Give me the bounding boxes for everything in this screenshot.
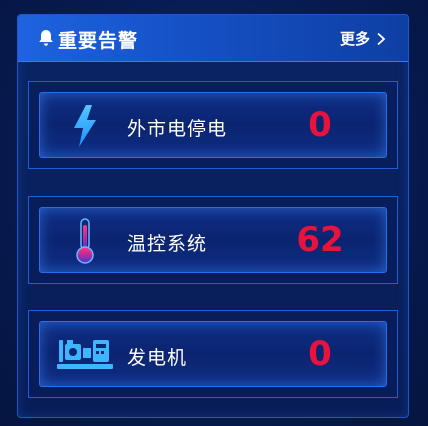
alert-count: 62 bbox=[296, 220, 344, 260]
thermometer-icon bbox=[40, 208, 130, 274]
panel-title: 重要告警 bbox=[58, 30, 139, 52]
alert-card-mains-power-outage[interactable]: 外市电停电 0 bbox=[28, 81, 398, 169]
alert-count: 0 bbox=[308, 334, 332, 374]
more-label: 更多 bbox=[339, 30, 370, 48]
page: 重要告警 更多 外市电停电 0 温控系统 62 发电机 0 bbox=[0, 0, 428, 426]
alert-card-generator[interactable]: 发电机 0 bbox=[28, 310, 398, 398]
lightning-icon bbox=[40, 93, 130, 159]
alert-label: 发电机 bbox=[127, 347, 188, 369]
alert-label: 温控系统 bbox=[127, 233, 208, 255]
alert-card-inner: 温控系统 62 bbox=[39, 207, 387, 273]
generator-icon bbox=[40, 322, 130, 388]
alert-card-temperature-control[interactable]: 温控系统 62 bbox=[28, 196, 398, 284]
bell-icon bbox=[38, 29, 54, 47]
alert-label: 外市电停电 bbox=[127, 118, 228, 140]
alert-card-inner: 外市电停电 0 bbox=[39, 92, 387, 158]
alert-count: 0 bbox=[308, 105, 332, 145]
alert-card-inner: 发电机 0 bbox=[39, 321, 387, 387]
important-alerts-panel: 重要告警 更多 外市电停电 0 温控系统 62 发电机 0 bbox=[17, 14, 409, 418]
more-link[interactable]: 更多 bbox=[340, 28, 386, 49]
panel-header: 重要告警 更多 bbox=[18, 15, 408, 62]
chevron-right-icon bbox=[376, 32, 386, 46]
